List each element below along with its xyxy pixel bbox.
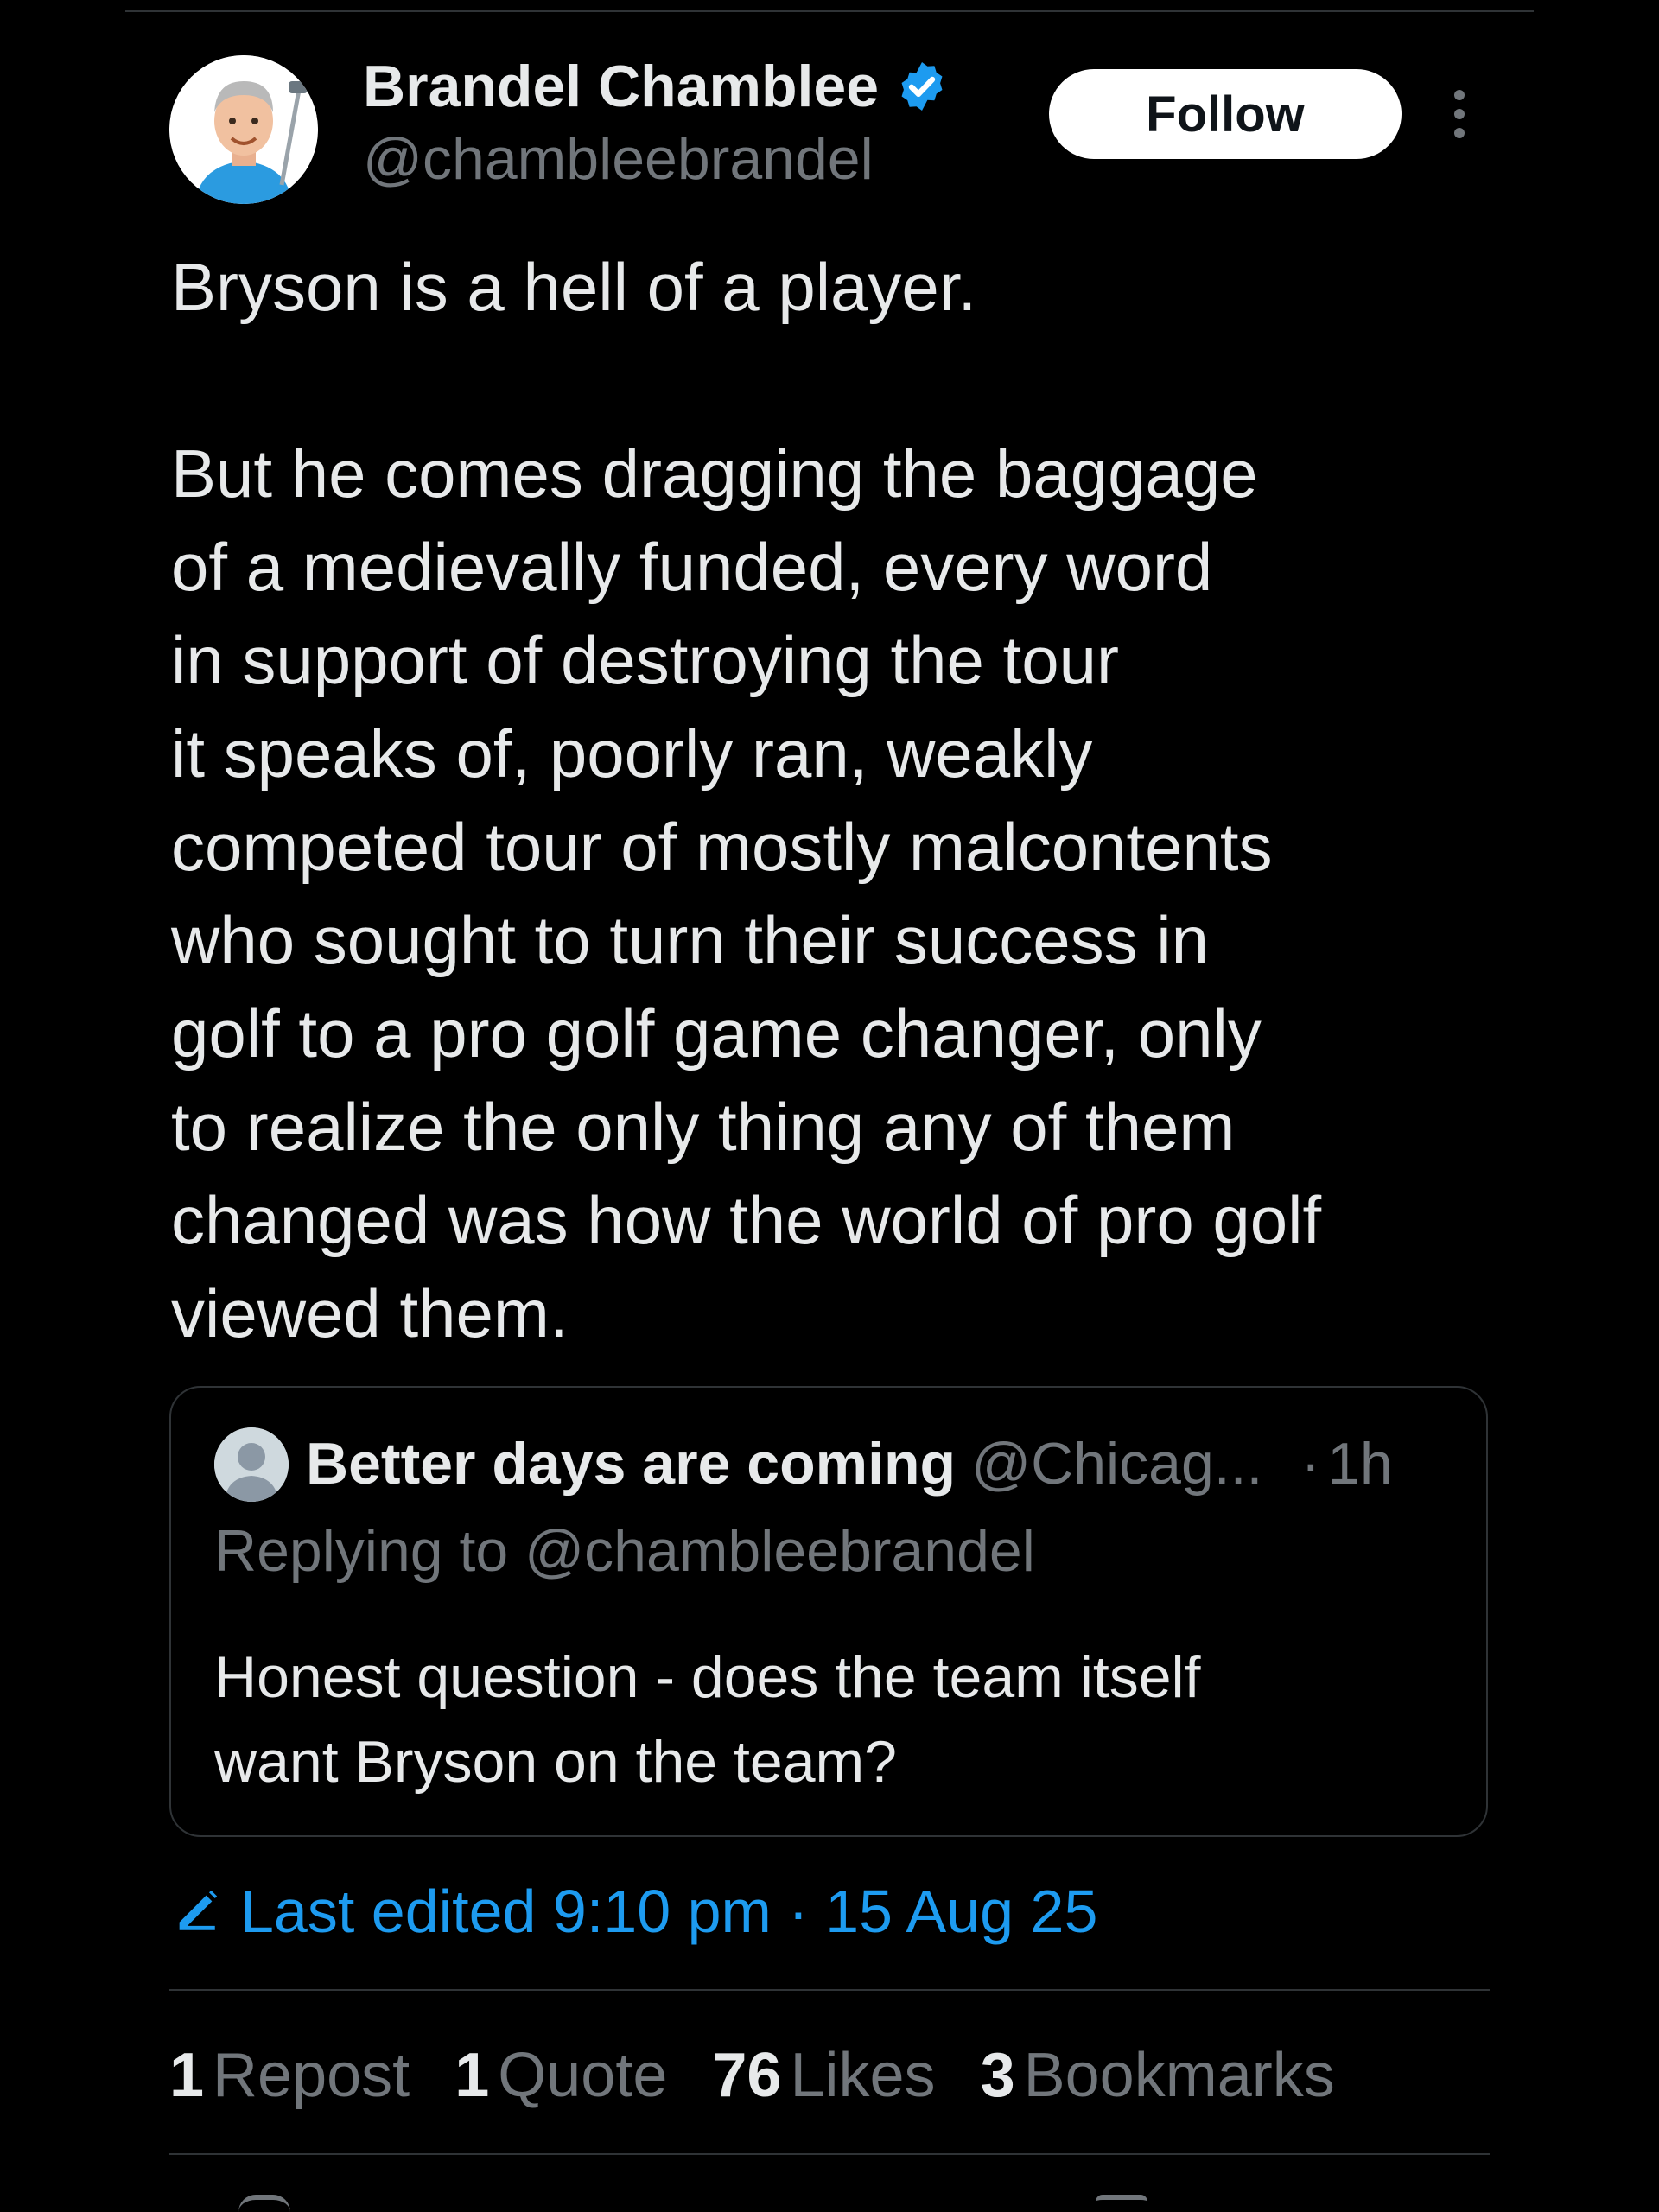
more-options-button[interactable] bbox=[1438, 86, 1481, 142]
more-vertical-icon bbox=[1454, 90, 1465, 138]
last-edited-label: Last edited 9:10 pm · 15 Aug 25 bbox=[240, 1878, 1098, 1945]
stat-count: 1 bbox=[454, 2041, 490, 2110]
stat-count: 3 bbox=[980, 2041, 1015, 2110]
quotes-stat[interactable]: 1 Quote bbox=[454, 2040, 667, 2111]
default-user-icon bbox=[214, 1427, 289, 1502]
quoted-author-handle: @Chicag... bbox=[971, 1431, 1263, 1497]
memoji-golfer-avatar-icon bbox=[169, 55, 318, 204]
quoted-tweet-time: 1h bbox=[1327, 1431, 1393, 1497]
quoted-time-separator: · bbox=[1300, 1431, 1321, 1497]
engagement-stats: 1 Repost 1 Quote 76 Likes 3 Bookmarks bbox=[169, 2032, 1380, 2119]
last-edited-link[interactable]: Last edited 9:10 pm · 15 Aug 25 bbox=[171, 1870, 1097, 1953]
quoted-tweet-card[interactable]: Better days are coming @Chicag... · 1h R… bbox=[169, 1386, 1488, 1837]
quoted-replying-to: Replying to @chambleebrandel bbox=[214, 1518, 1035, 1584]
reply-icon[interactable] bbox=[238, 2195, 290, 2212]
bookmarks-stat[interactable]: 3 Bookmarks bbox=[981, 2040, 1335, 2111]
top-divider bbox=[125, 10, 1534, 12]
verified-badge-icon bbox=[901, 62, 943, 111]
quoted-tweet-text: Honest question - does the team itself w… bbox=[214, 1644, 1201, 1795]
stat-label: Likes bbox=[790, 2041, 936, 2110]
follow-button[interactable]: Follow bbox=[1049, 69, 1402, 159]
author-display-name[interactable]: Brandel Chamblee bbox=[363, 53, 879, 120]
quoted-tweet-header: Better days are coming @Chicag... · 1h bbox=[306, 1422, 1464, 1505]
tweet-text: Bryson is a hell of a player. But he com… bbox=[171, 249, 1322, 1351]
stat-count: 76 bbox=[712, 2041, 782, 2110]
bookmark-icon[interactable] bbox=[1096, 2195, 1147, 2212]
stat-count: 1 bbox=[169, 2041, 205, 2110]
stat-label: Repost bbox=[213, 2041, 410, 2110]
stat-label: Bookmarks bbox=[1023, 2041, 1335, 2110]
likes-stat[interactable]: 76 Likes bbox=[712, 2040, 935, 2111]
stat-label: Quote bbox=[498, 2041, 668, 2110]
author-handle[interactable]: @chambleebrandel bbox=[363, 125, 874, 193]
reposts-stat[interactable]: 1 Repost bbox=[169, 2040, 410, 2111]
author-avatar[interactable] bbox=[169, 55, 318, 204]
quoted-author-name: Better days are coming bbox=[306, 1431, 957, 1497]
author-name-row: Brandel Chamblee bbox=[363, 52, 950, 121]
stats-top-divider bbox=[169, 1989, 1490, 1991]
edit-pencil-icon bbox=[177, 1890, 218, 1930]
quoted-author-avatar bbox=[214, 1427, 289, 1502]
stats-bottom-divider bbox=[169, 2153, 1490, 2155]
